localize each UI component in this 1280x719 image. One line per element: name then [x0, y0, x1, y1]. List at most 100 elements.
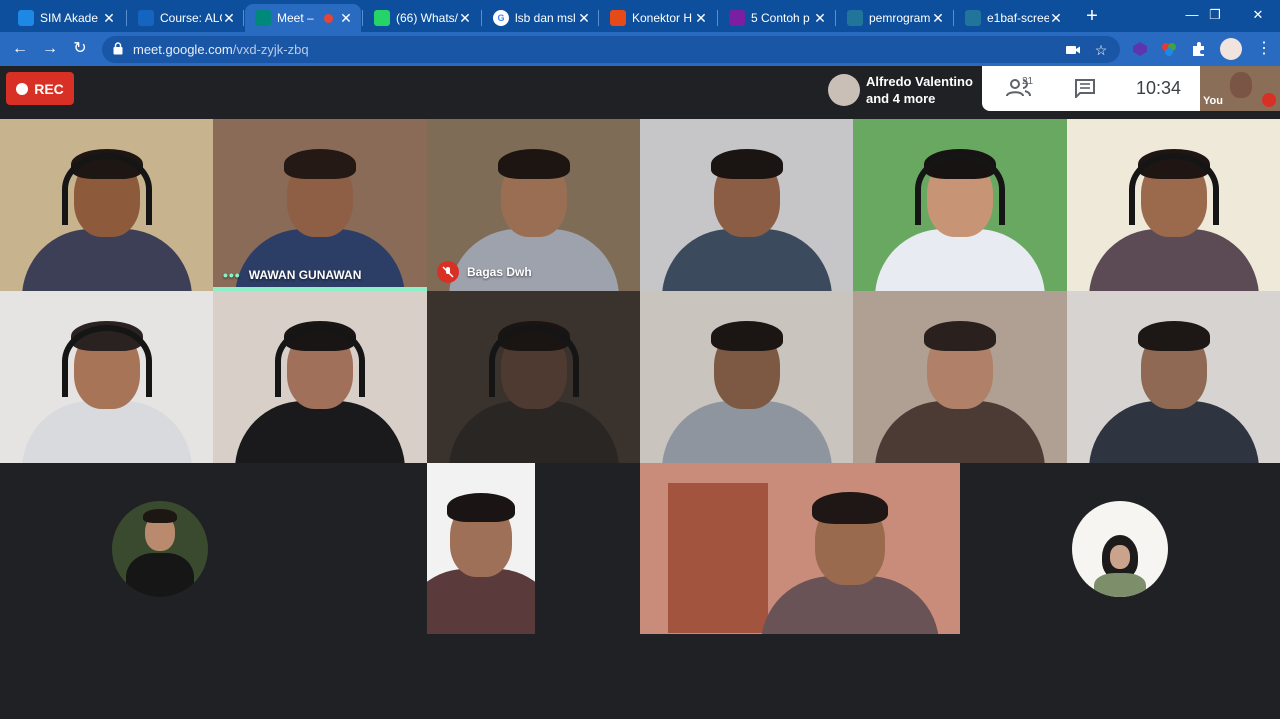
- browser-tab[interactable]: Glsb dan msl ✕: [483, 4, 599, 32]
- browser-tab[interactable]: Meet – ✕: [245, 4, 361, 32]
- tab-title: 5 Contoh p: [751, 11, 810, 25]
- browser-tab[interactable]: (66) Whats/✕: [364, 4, 480, 32]
- recording-dot-icon: [324, 13, 333, 23]
- browser-tab[interactable]: pemrogram ✕: [837, 4, 953, 32]
- camera-icon[interactable]: [1064, 41, 1082, 59]
- url-path: /vxd-zyjk-zbq: [232, 42, 309, 57]
- browser-tab[interactable]: Course: ALG ✕: [128, 4, 244, 32]
- participant-body: [1088, 228, 1259, 291]
- tab-separator: [835, 10, 836, 26]
- participant-hair: [446, 493, 516, 522]
- headphones-icon: [1128, 152, 1219, 225]
- back-button[interactable]: ←: [8, 37, 32, 61]
- participant-name-tag: Bagas Dwh: [437, 261, 532, 283]
- extension-cube-icon[interactable]: [1131, 40, 1149, 58]
- headphones-icon: [275, 324, 365, 397]
- tab-title: (66) Whats/: [396, 11, 458, 25]
- browser-tab[interactable]: e1baf-scree ✕: [955, 4, 1071, 32]
- participant-body: [1088, 400, 1259, 463]
- close-tab-icon[interactable]: ✕: [813, 10, 827, 27]
- participant-tile[interactable]: [0, 119, 213, 291]
- participant-body: [448, 400, 619, 463]
- tab-title: lsb dan msl: [515, 11, 576, 25]
- meet-icon: [255, 10, 271, 26]
- record-dot-icon: [16, 82, 29, 95]
- self-face: [1230, 72, 1252, 98]
- konektor-icon: [610, 10, 626, 26]
- participant-tile[interactable]: Bagas Dwh: [427, 119, 640, 291]
- tab-title: Course: ALG: [160, 11, 222, 25]
- participant-tile[interactable]: [853, 119, 1067, 291]
- participant-body: [21, 400, 192, 463]
- tab-separator: [243, 10, 244, 26]
- participant-body: [235, 400, 405, 463]
- contoh-icon: [729, 10, 745, 26]
- meet-info-panel: 21 10:34: [982, 66, 1200, 111]
- close-tab-icon[interactable]: ✕: [102, 10, 116, 27]
- chat-icon[interactable]: [1074, 78, 1096, 98]
- participant-tile[interactable]: [0, 291, 213, 463]
- participant-tile[interactable]: [1067, 291, 1280, 463]
- participant-tile[interactable]: [640, 463, 960, 634]
- close-tab-icon[interactable]: ✕: [931, 10, 945, 27]
- tab-strip: SIM Akade ✕ Course: ALG ✕ Meet – ✕ (66) Whats/…: [0, 0, 1280, 32]
- participant-tile[interactable]: [640, 291, 853, 463]
- lock-icon: [113, 42, 123, 55]
- mic-off-icon: [1262, 93, 1276, 107]
- participant-hair: [1137, 320, 1210, 352]
- meet-bottom-area: [0, 634, 1280, 719]
- participant-tile[interactable]: [427, 291, 640, 463]
- headphones-icon: [915, 152, 1005, 225]
- color-extension-icon[interactable]: [1160, 40, 1178, 58]
- browser-tab[interactable]: SIM Akade ✕: [8, 4, 124, 32]
- close-tab-icon[interactable]: ✕: [694, 10, 708, 27]
- participant-hair: [812, 492, 888, 525]
- browser-tab[interactable]: Konektor H ✕: [600, 4, 716, 32]
- participant-name: Bagas Dwh: [467, 265, 532, 279]
- browser-tab[interactable]: 5 Contoh p ✕: [719, 4, 835, 32]
- bookmark-star-icon[interactable]: ☆: [1092, 41, 1110, 59]
- tab-separator: [598, 10, 599, 26]
- speaking-indicator-icon: •••: [223, 267, 241, 283]
- close-tab-icon[interactable]: ✕: [577, 10, 591, 27]
- browser-menu-button[interactable]: ⋮: [1252, 37, 1276, 61]
- tab-title: Konektor H: [632, 11, 693, 25]
- puzzle-extensions-icon[interactable]: [1190, 40, 1208, 58]
- close-window-button[interactable]: ✕: [1236, 0, 1280, 30]
- address-bar[interactable]: meet.google.com/vxd-zyjk-zbq ☆: [102, 36, 1120, 63]
- tab-title: pemrogram: [869, 11, 931, 25]
- mic-off-icon: [437, 261, 459, 283]
- close-tab-icon[interactable]: ✕: [458, 10, 472, 27]
- presenter-avatar: [828, 74, 860, 106]
- participant-tile[interactable]: [853, 291, 1067, 463]
- url-text: meet.google.com/vxd-zyjk-zbq: [133, 42, 309, 57]
- close-tab-icon[interactable]: ✕: [1049, 10, 1063, 27]
- profile-avatar[interactable]: [1220, 38, 1242, 60]
- reload-button[interactable]: ↻: [68, 37, 92, 61]
- participant-hair: [710, 148, 783, 180]
- participant-tile[interactable]: [427, 463, 535, 634]
- people-count: 21: [1022, 76, 1034, 87]
- participant-body: [875, 400, 1045, 463]
- participant-body: [427, 569, 535, 634]
- presenter-name: Alfredo Valentino: [866, 74, 973, 89]
- tab-separator: [481, 10, 482, 26]
- self-view-tile[interactable]: You: [1200, 66, 1280, 111]
- headphones-icon: [61, 152, 152, 225]
- presenter-chip[interactable]: Alfredo Valentino and 4 more: [822, 68, 982, 112]
- participant-tile[interactable]: [213, 291, 427, 463]
- participant-avatar[interactable]: [1072, 501, 1168, 597]
- participant-tile[interactable]: ••• WAWAN GUNAWAN: [213, 119, 427, 291]
- close-tab-icon[interactable]: ✕: [339, 10, 353, 27]
- meet-top-bar: REC Alfredo Valentino and 4 more 21 10:3…: [0, 66, 1280, 119]
- participant-avatar[interactable]: [112, 501, 208, 597]
- forward-button[interactable]: →: [38, 37, 62, 61]
- participant-name: WAWAN GUNAWAN: [248, 268, 362, 282]
- participant-tile[interactable]: [1067, 119, 1280, 291]
- participant-hair: [924, 320, 996, 352]
- maximize-window-button[interactable]: ❐: [1193, 0, 1237, 30]
- close-tab-icon[interactable]: ✕: [222, 10, 236, 27]
- new-tab-button[interactable]: +: [1082, 5, 1102, 27]
- participant-body: [875, 228, 1045, 291]
- participant-tile[interactable]: [640, 119, 853, 291]
